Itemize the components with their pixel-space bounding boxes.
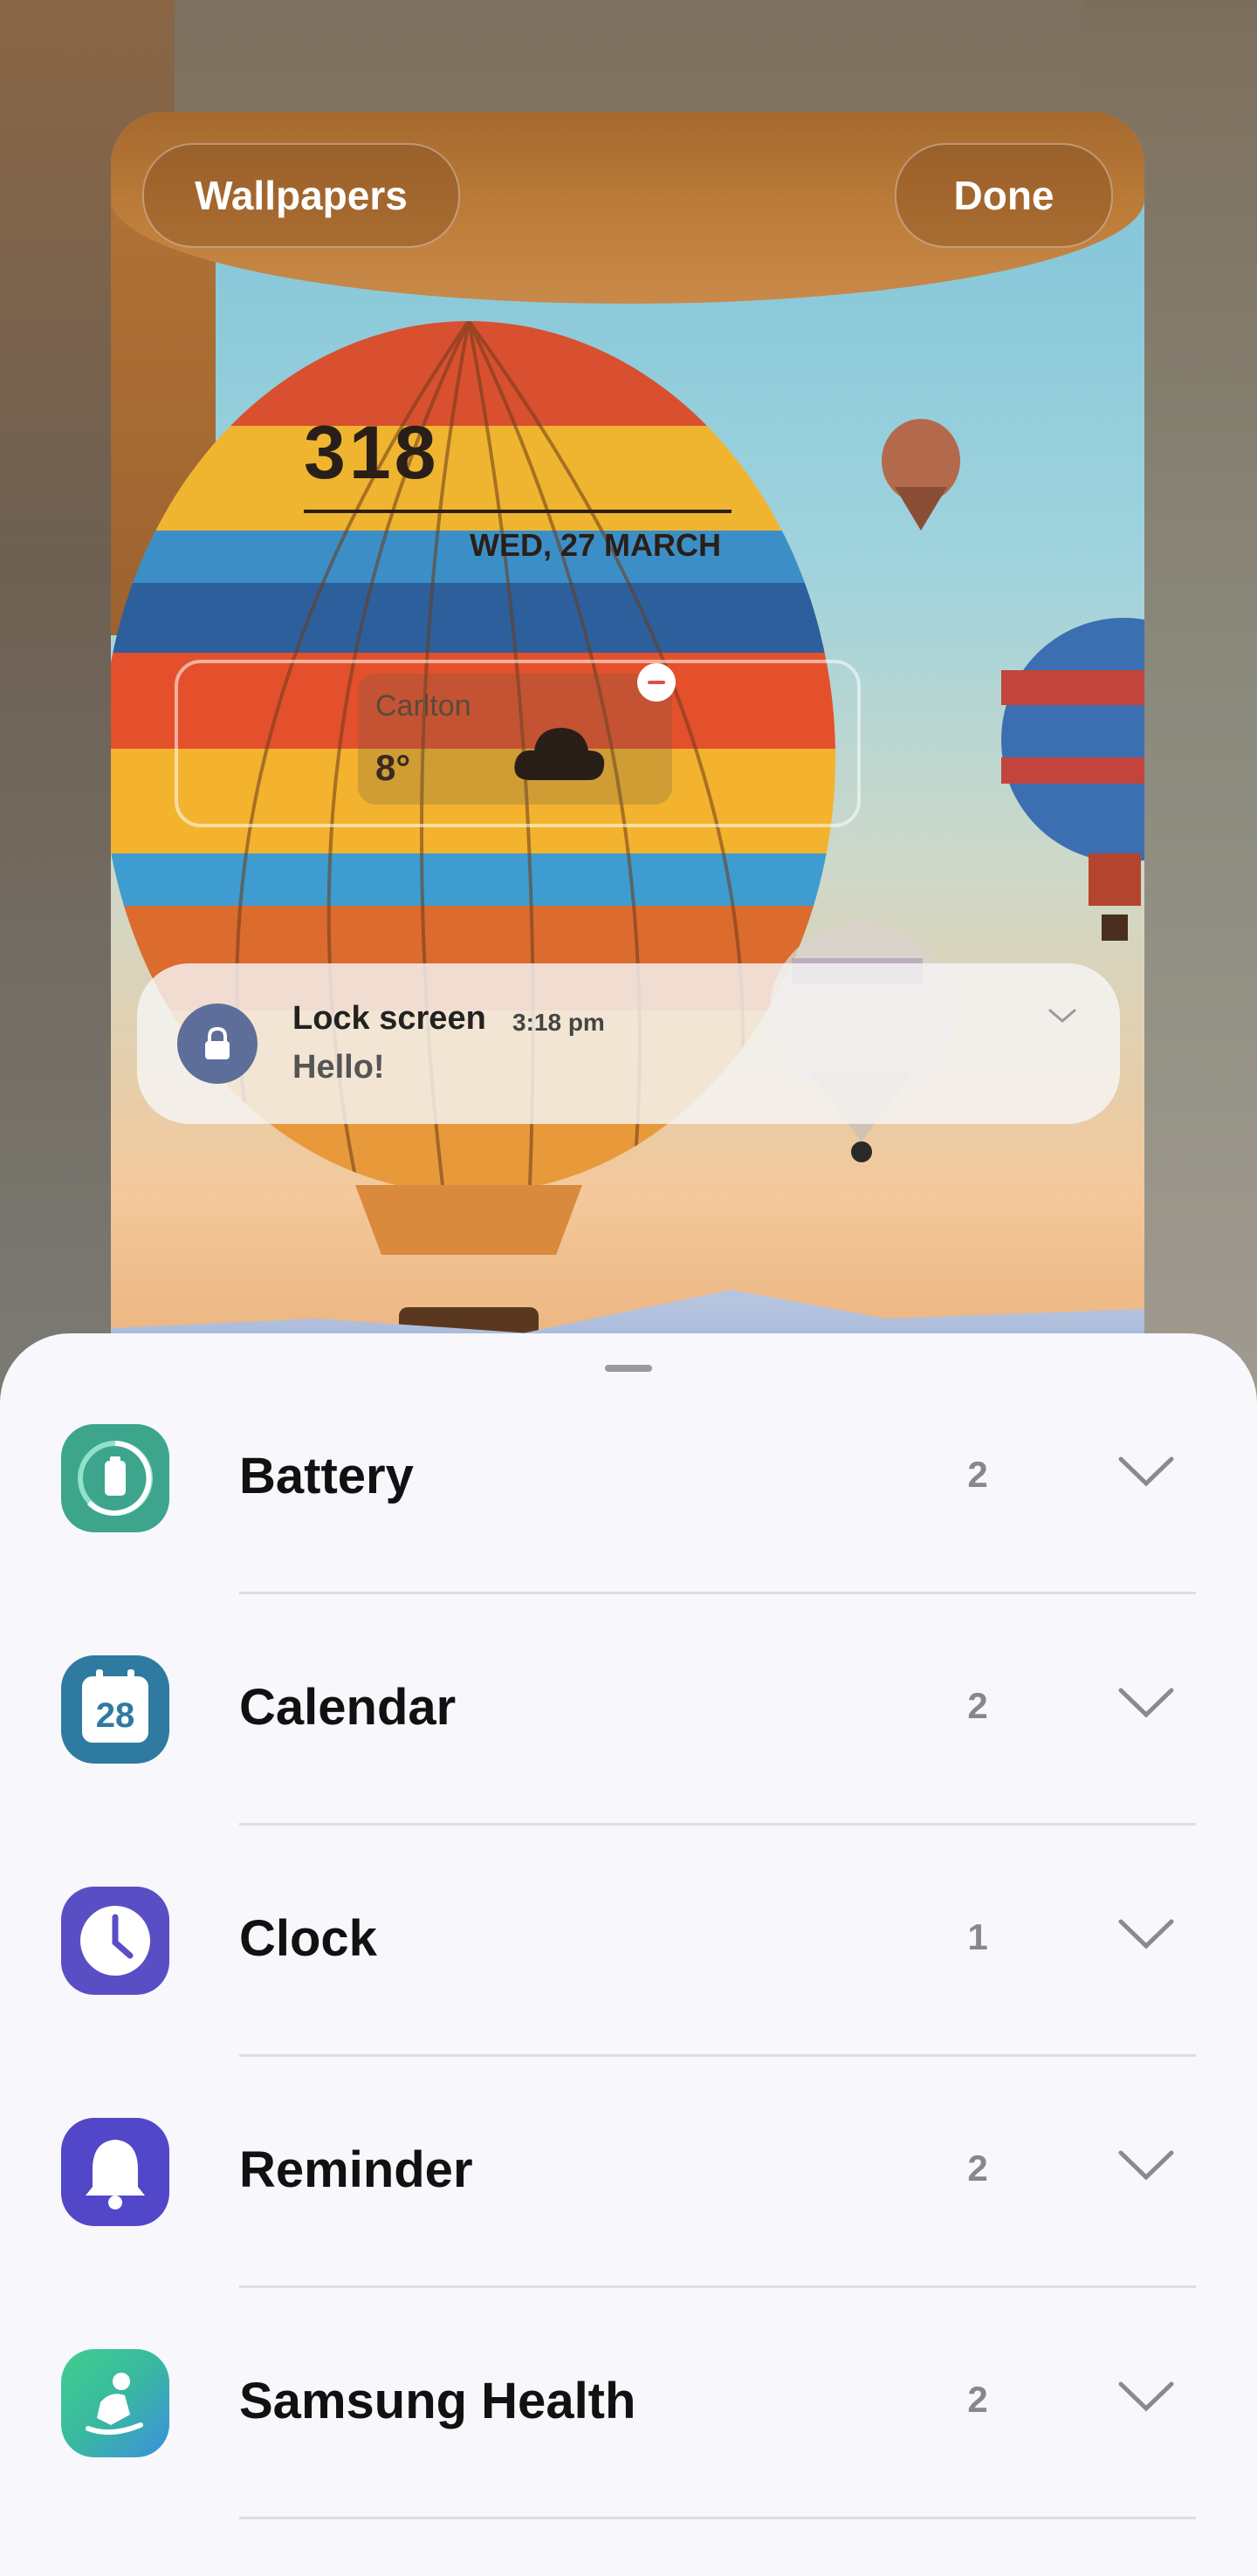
notification-count: 2 <box>967 2379 988 2420</box>
chevron-down-icon[interactable] <box>1117 2379 1175 2415</box>
app-name: Calendar <box>239 1679 457 1736</box>
app-row-reminder[interactable]: Reminder 2 <box>0 2057 1257 2288</box>
weather-widget[interactable]: Carlton 8° <box>358 674 672 805</box>
lock-screen-date: WED, 27 MARCH <box>470 527 722 563</box>
app-name: Battery <box>239 1448 414 1504</box>
bell-icon <box>61 2118 169 2226</box>
chevron-down-icon[interactable] <box>1117 1685 1175 1722</box>
done-button[interactable]: Done <box>895 143 1113 248</box>
app-row-calendar[interactable]: 28 Calendar 2 <box>0 1594 1257 1826</box>
wallpaper-balloon-distant <box>882 419 960 531</box>
clock-underline <box>304 510 732 513</box>
row-divider <box>239 2517 1196 2519</box>
weather-temperature: 8° <box>375 747 411 788</box>
remove-widget-button[interactable] <box>637 663 676 702</box>
chevron-down-icon[interactable] <box>1117 1454 1175 1490</box>
calendar-icon-date: 28 <box>95 1696 135 1735</box>
weather-city: Carlton <box>375 689 471 723</box>
app-row-samsung-health[interactable]: Samsung Health 2 <box>0 2288 1257 2519</box>
battery-icon <box>61 1424 169 1532</box>
chevron-down-icon[interactable] <box>1047 1005 1078 1026</box>
notification-count: 2 <box>967 1454 988 1495</box>
app-row-battery[interactable]: Battery 2 <box>0 1363 1257 1594</box>
wallpapers-button[interactable]: Wallpapers <box>142 143 460 248</box>
app-name: Clock <box>239 1910 377 1967</box>
notification-message: Hello! <box>292 1049 385 1086</box>
calendar-icon: 28 <box>61 1655 169 1764</box>
notification-count: 2 <box>967 1685 988 1726</box>
app-row-clock[interactable]: Clock 1 <box>0 1826 1257 2057</box>
notification-app-name: Lock screen <box>292 1000 486 1037</box>
notification-card[interactable]: Lock screen 3:18 pm Hello! <box>137 963 1120 1124</box>
clock-icon <box>61 1887 169 1995</box>
lock-screen-clock[interactable]: 318 <box>304 410 440 497</box>
app-name: Samsung Health <box>239 2373 636 2429</box>
health-icon <box>61 2349 169 2457</box>
cloud-icon <box>514 728 605 780</box>
chevron-down-icon[interactable] <box>1117 1916 1175 1953</box>
notification-count: 2 <box>967 2148 988 2189</box>
wallpaper-balloon-right <box>1001 618 1144 941</box>
app-name: Reminder <box>239 2141 473 2198</box>
notification-apps-sheet: Battery 2 28 Calendar 2 Clock 1 Reminder… <box>0 1333 1257 2576</box>
lock-icon <box>177 1004 258 1084</box>
chevron-down-icon[interactable] <box>1117 2148 1175 2184</box>
wallpaper-balloon-large <box>111 321 835 1377</box>
notification-count: 1 <box>967 1916 988 1957</box>
notification-time: 3:18 pm <box>512 1009 605 1036</box>
